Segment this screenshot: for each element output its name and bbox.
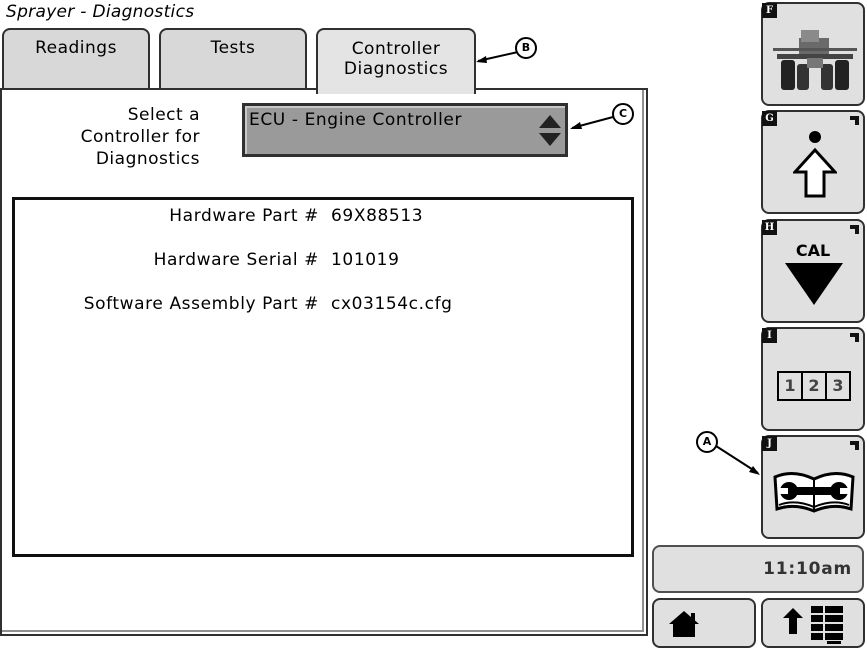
cal-label: CAL (795, 241, 831, 260)
tab-controller-diagnostics-line2: Diagnostics (343, 59, 449, 79)
key-letter: G (762, 111, 777, 126)
clock-time: 11:10am (763, 559, 852, 579)
book-wrench-icon (773, 472, 855, 513)
clock-display: 11:10am (652, 545, 864, 593)
digit: 3 (832, 376, 844, 395)
tab-controller-diagnostics[interactable]: Controller Diagnostics (316, 28, 476, 94)
menu-button[interactable] (761, 598, 865, 648)
digit: 1 (779, 373, 803, 399)
softkey-h-cal[interactable]: H CAL (761, 219, 865, 323)
callout-b: B (515, 37, 537, 59)
numbers-123-icon: 1 2 3 (777, 371, 851, 401)
softkey-j-service[interactable]: J (761, 435, 865, 539)
key-letter: J (762, 436, 777, 451)
digit: 2 (803, 373, 827, 399)
dot-up-arrow-icon (793, 131, 837, 198)
key-letter: H (762, 220, 777, 235)
key-letter: F (762, 3, 777, 18)
callout-c: C (612, 103, 634, 125)
sprayer-machine-icon (773, 30, 857, 90)
softkey-i-numbers[interactable]: I 1 2 3 (761, 327, 865, 431)
down-triangle-icon (785, 263, 843, 305)
softkey-g-up[interactable]: G (761, 110, 865, 214)
callout-a: A (696, 431, 718, 453)
home-button[interactable] (652, 598, 756, 648)
softkey-f-sprayer[interactable]: F (761, 2, 865, 106)
tab-controller-diagnostics-line1: Controller (351, 39, 441, 59)
up-arrow-menu-icon (783, 606, 843, 644)
key-letter: I (762, 328, 777, 343)
home-icon (669, 611, 699, 637)
